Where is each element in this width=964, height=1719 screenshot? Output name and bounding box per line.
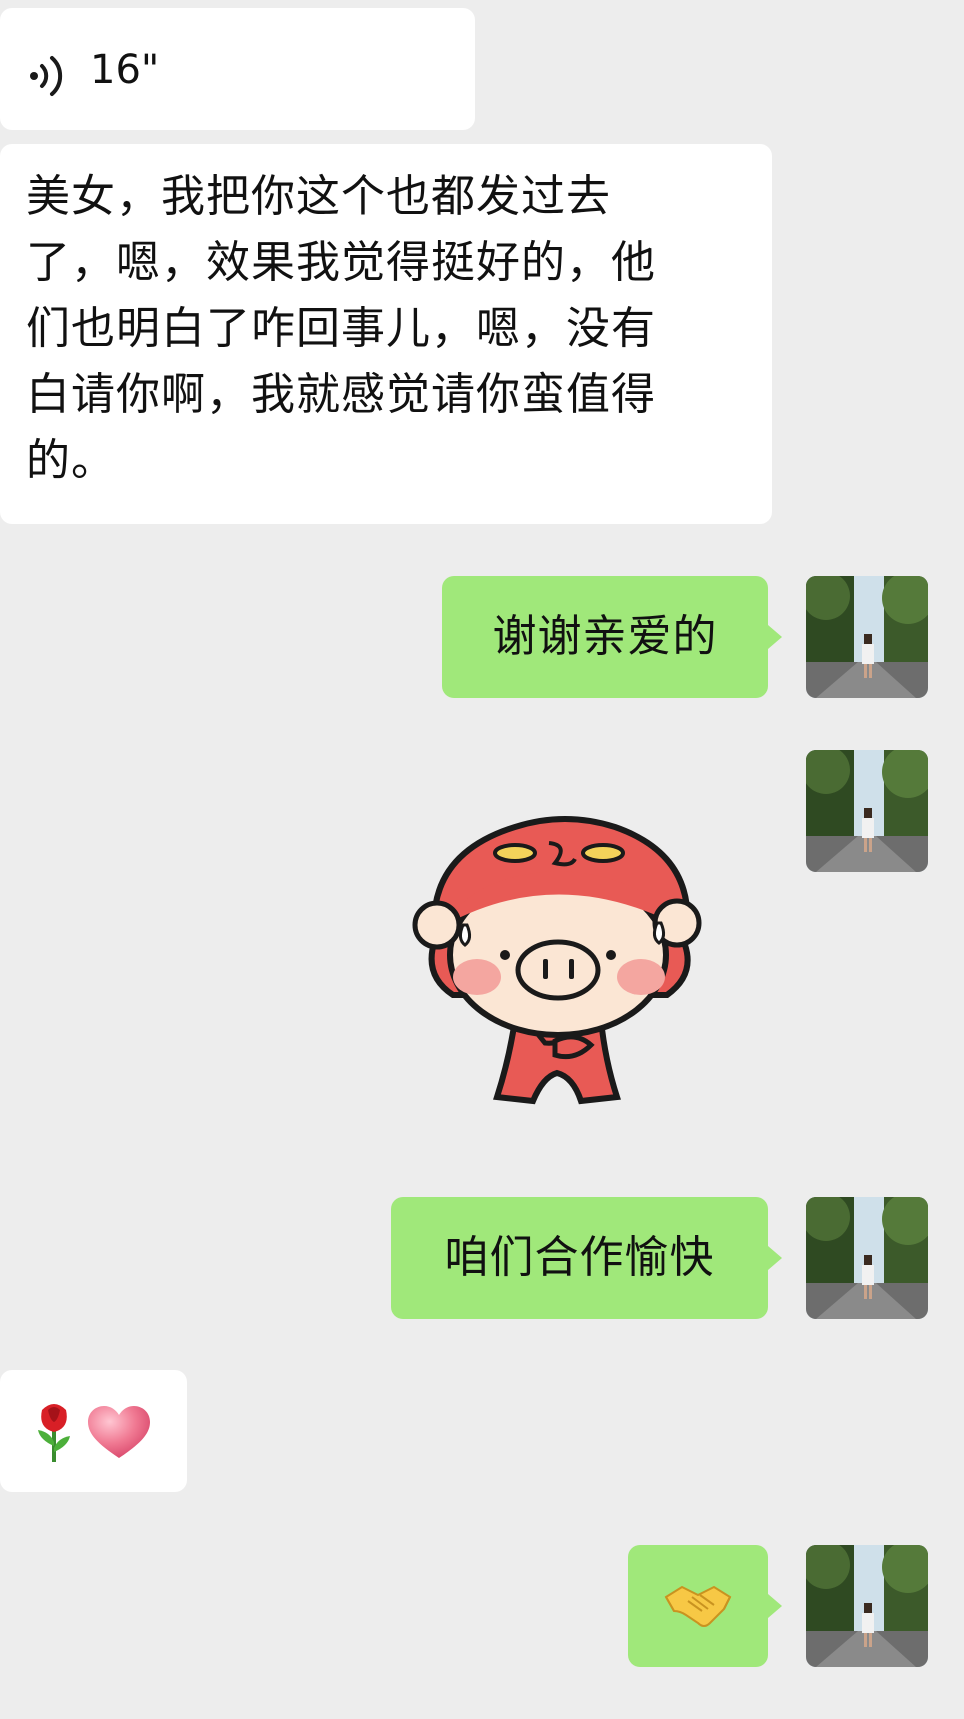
avatar[interactable] bbox=[806, 1197, 928, 1319]
message-text: 咱们合作愉快 bbox=[444, 1232, 715, 1283]
voice-duration: 16" bbox=[90, 47, 160, 93]
bubble-tail bbox=[768, 1594, 782, 1618]
avatar[interactable] bbox=[806, 750, 928, 872]
message-line: 的。 bbox=[26, 435, 116, 486]
red-hooded-pig-sticker[interactable] bbox=[405, 805, 715, 1115]
bubble-tail bbox=[768, 1246, 782, 1270]
incoming-text-bubble[interactable]: 美女，我把你这个也都发过去 了，嗯，效果我觉得挺好的，他 们也明白了咋回事儿，嗯… bbox=[0, 144, 772, 524]
incoming-emoji-bubble[interactable] bbox=[0, 1370, 187, 1492]
avatar[interactable] bbox=[806, 1545, 928, 1667]
voice-wave-icon bbox=[28, 52, 68, 104]
rose-emoji bbox=[30, 1400, 78, 1468]
bubble-tail bbox=[768, 625, 782, 649]
message-line: 美女，我把你这个也都发过去 bbox=[26, 171, 611, 222]
message-line: 们也明白了咋回事儿，嗯，没有 bbox=[26, 303, 656, 354]
avatar-photo bbox=[806, 1545, 928, 1667]
message-line: 了，嗯，效果我觉得挺好的，他 bbox=[26, 237, 656, 288]
chat-area: 16" 美女，我把你这个也都发过去 了，嗯，效果我觉得挺好的，他 们也明白了咋回… bbox=[0, 0, 964, 1719]
message-line: 白请你啊，我就感觉请你蛮值得 bbox=[26, 369, 656, 420]
outgoing-text-bubble[interactable]: 咱们合作愉快 bbox=[391, 1197, 768, 1319]
handshake-emoji bbox=[664, 1581, 732, 1635]
avatar[interactable] bbox=[806, 576, 928, 698]
voice-message-bubble[interactable]: 16" bbox=[0, 8, 475, 130]
avatar-photo bbox=[806, 576, 928, 698]
avatar-photo bbox=[806, 750, 928, 872]
message-text: 谢谢亲爱的 bbox=[492, 611, 718, 662]
outgoing-emoji-bubble[interactable] bbox=[628, 1545, 768, 1667]
avatar-photo bbox=[806, 1197, 928, 1319]
outgoing-text-bubble[interactable]: 谢谢亲爱的 bbox=[442, 576, 768, 698]
heart-emoji bbox=[88, 1406, 150, 1464]
